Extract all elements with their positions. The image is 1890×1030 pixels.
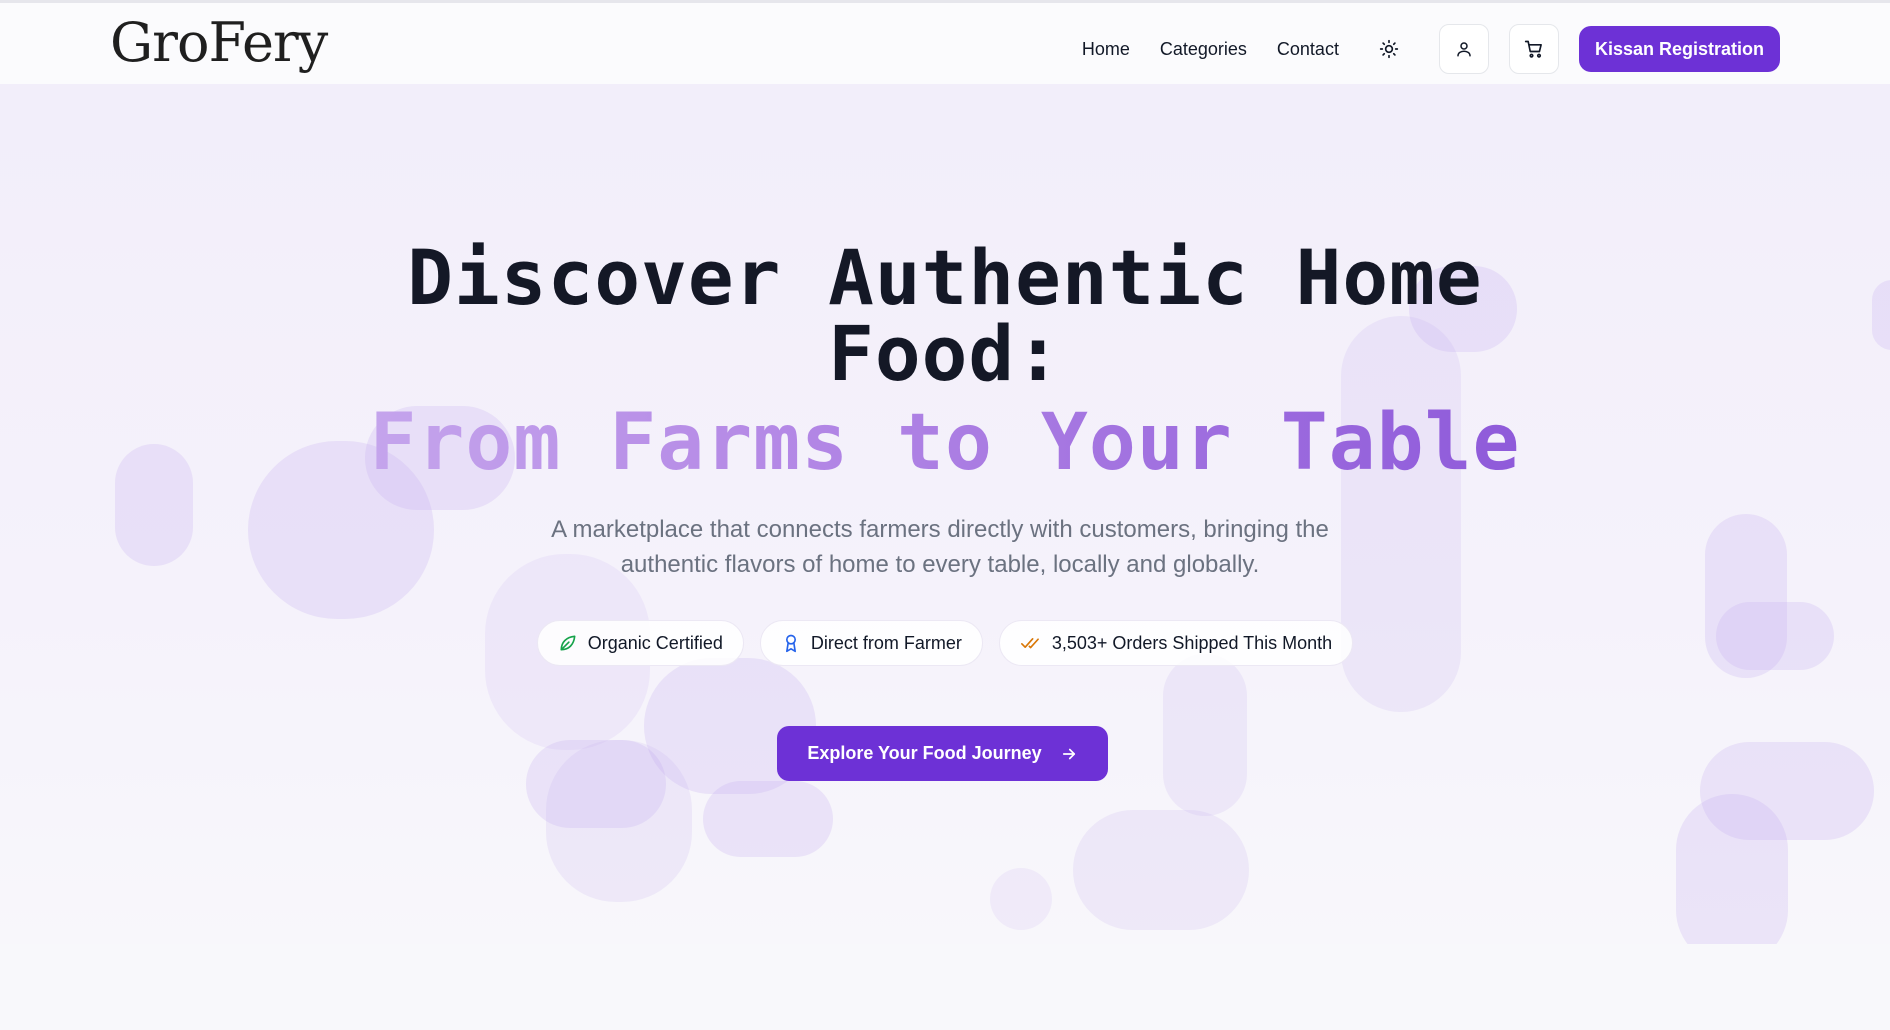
badge-label: 3,503+ Orders Shipped This Month [1051,632,1333,653]
decorative-blob [1676,794,1788,966]
hero-title-line-2: Food: [828,309,1062,398]
explore-food-journey-button[interactable]: Explore Your Food Journey [777,726,1108,781]
logo-text: GroFery [110,11,328,74]
award-icon [785,634,796,653]
leaf-icon [560,635,576,651]
cart-button[interactable] [1508,24,1559,74]
decorative-blob [1073,810,1249,930]
hero-title: Discover Authentic Home Food: [0,240,1890,392]
kissan-registration-button[interactable]: Kissan Registration [1578,26,1780,72]
hero-title-line-1: Discover Authentic Home [407,233,1483,322]
badge-label: Direct from Farmer [810,632,962,653]
hero-description: A marketplace that connects farmers dire… [551,516,1329,578]
decorative-blob [546,740,692,902]
page: GroFery Home Categories Contact Kissan R… [0,0,1890,1030]
decorative-blob [1163,654,1247,816]
cart-icon [1524,40,1542,58]
badge-orders-shipped: 3,503+ Orders Shipped This Month [998,620,1354,666]
user-icon [1457,42,1471,57]
theme-toggle-button[interactable] [1369,29,1409,69]
account-button[interactable] [1438,24,1489,74]
feature-badges: Organic Certified Direct from Farmer 3,5… [0,620,1890,666]
double-check-icon [1020,638,1039,649]
badge-direct-from-farmer: Direct from Farmer [759,620,983,666]
sun-icon [1379,39,1399,59]
hero-subtitle: From Farms to Your Table [0,400,1890,486]
site-header: GroFery Home Categories Contact Kissan R… [0,0,1890,84]
nav-categories[interactable]: Categories [1160,39,1247,60]
decorative-blob [703,781,833,857]
cta-label: Explore Your Food Journey [807,743,1042,763]
badge-label: Organic Certified [587,632,723,653]
nav-home[interactable]: Home [1082,39,1130,60]
main-nav: Home Categories Contact Kissan Registrat… [1082,24,1780,74]
grofery-logo[interactable]: GroFery [110,11,328,74]
badge-organic-certified: Organic Certified [536,620,744,666]
decorative-blob [990,868,1052,930]
arrow-right-icon [1062,748,1075,759]
nav-contact[interactable]: Contact [1277,39,1339,60]
next-section-peek [0,944,1890,1030]
